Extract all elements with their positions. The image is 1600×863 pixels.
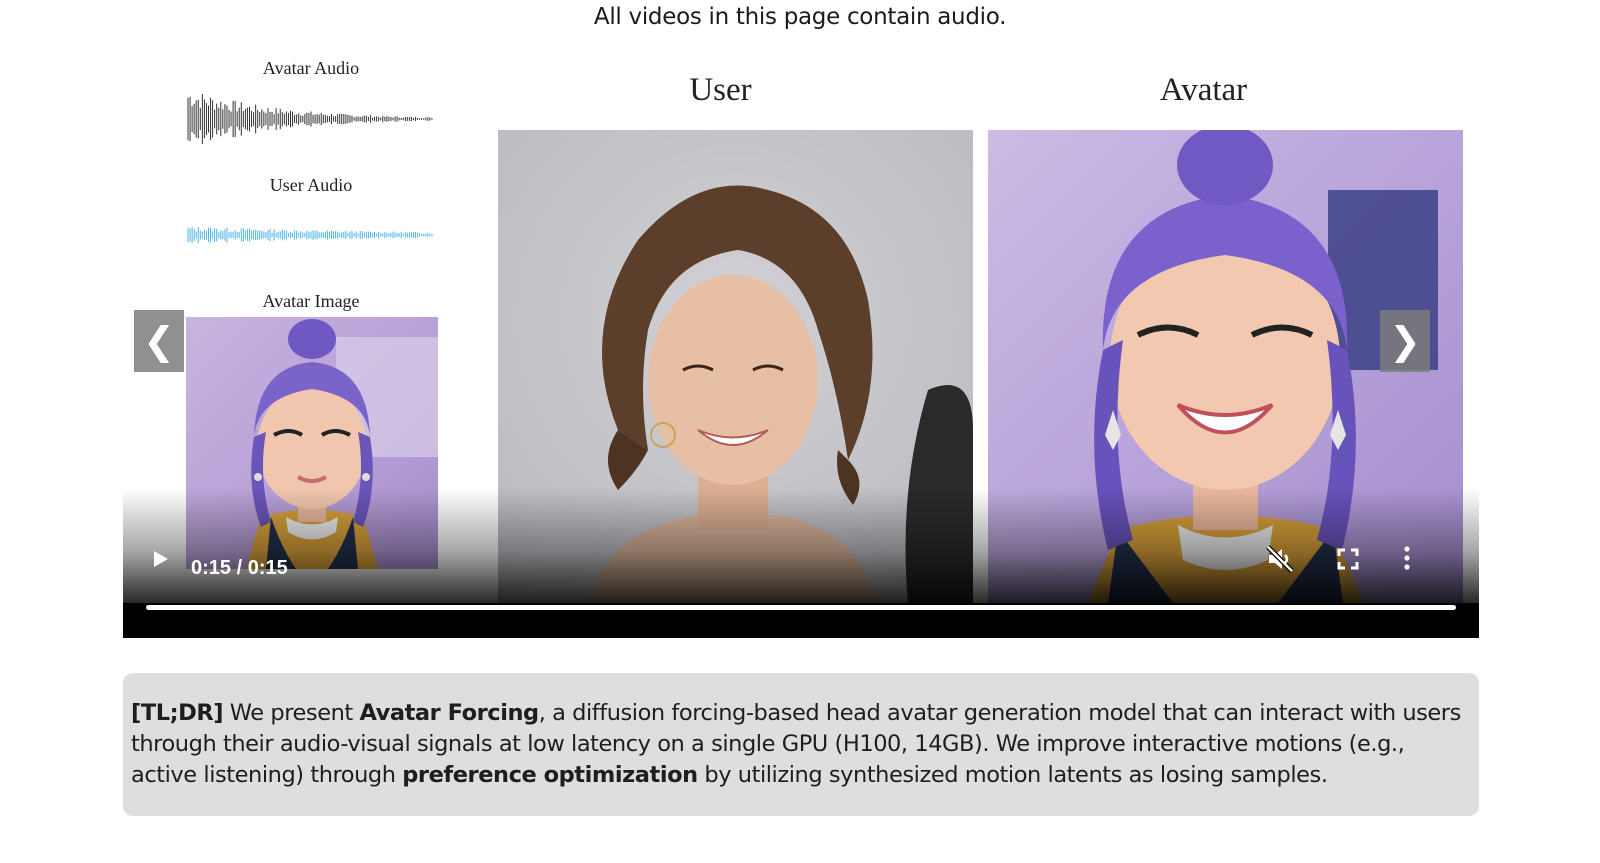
more-options-icon[interactable]: [1401, 545, 1413, 571]
model-name: Avatar Forcing: [359, 700, 539, 726]
play-icon[interactable]: [149, 548, 171, 570]
time-display: 0:15 / 0:15: [191, 557, 288, 579]
video-player[interactable]: Avatar Audio User Audio Avatar Image Use…: [123, 48, 1479, 638]
progress-bar[interactable]: [146, 605, 1456, 610]
next-video-button[interactable]: ❯: [1380, 310, 1430, 372]
user-column-title: User: [689, 72, 752, 108]
avatar-column-title: Avatar: [1159, 72, 1248, 108]
avatar-audio-label: Avatar Audio: [262, 58, 360, 78]
avatar-audio-waveform: [187, 94, 433, 144]
muted-volume-icon[interactable]: [1265, 544, 1295, 574]
user-audio-waveform: [187, 226, 433, 244]
tldr-text-1: We present: [223, 700, 360, 726]
tldr-text-3: by utilizing synthesized motion latents …: [697, 762, 1328, 788]
fullscreen-icon[interactable]: [1336, 547, 1360, 571]
tldr-box: [TL;DR] We present Avatar Forcing, a dif…: [123, 673, 1479, 816]
tldr-prefix: [TL;DR]: [131, 700, 224, 726]
previous-video-button[interactable]: ❮: [134, 310, 184, 372]
user-audio-label: User Audio: [269, 175, 353, 195]
method-name: preference optimization: [402, 762, 698, 788]
avatar-image-label: Avatar Image: [262, 291, 360, 311]
audio-notice: All videos in this page contain audio.: [593, 4, 1007, 30]
